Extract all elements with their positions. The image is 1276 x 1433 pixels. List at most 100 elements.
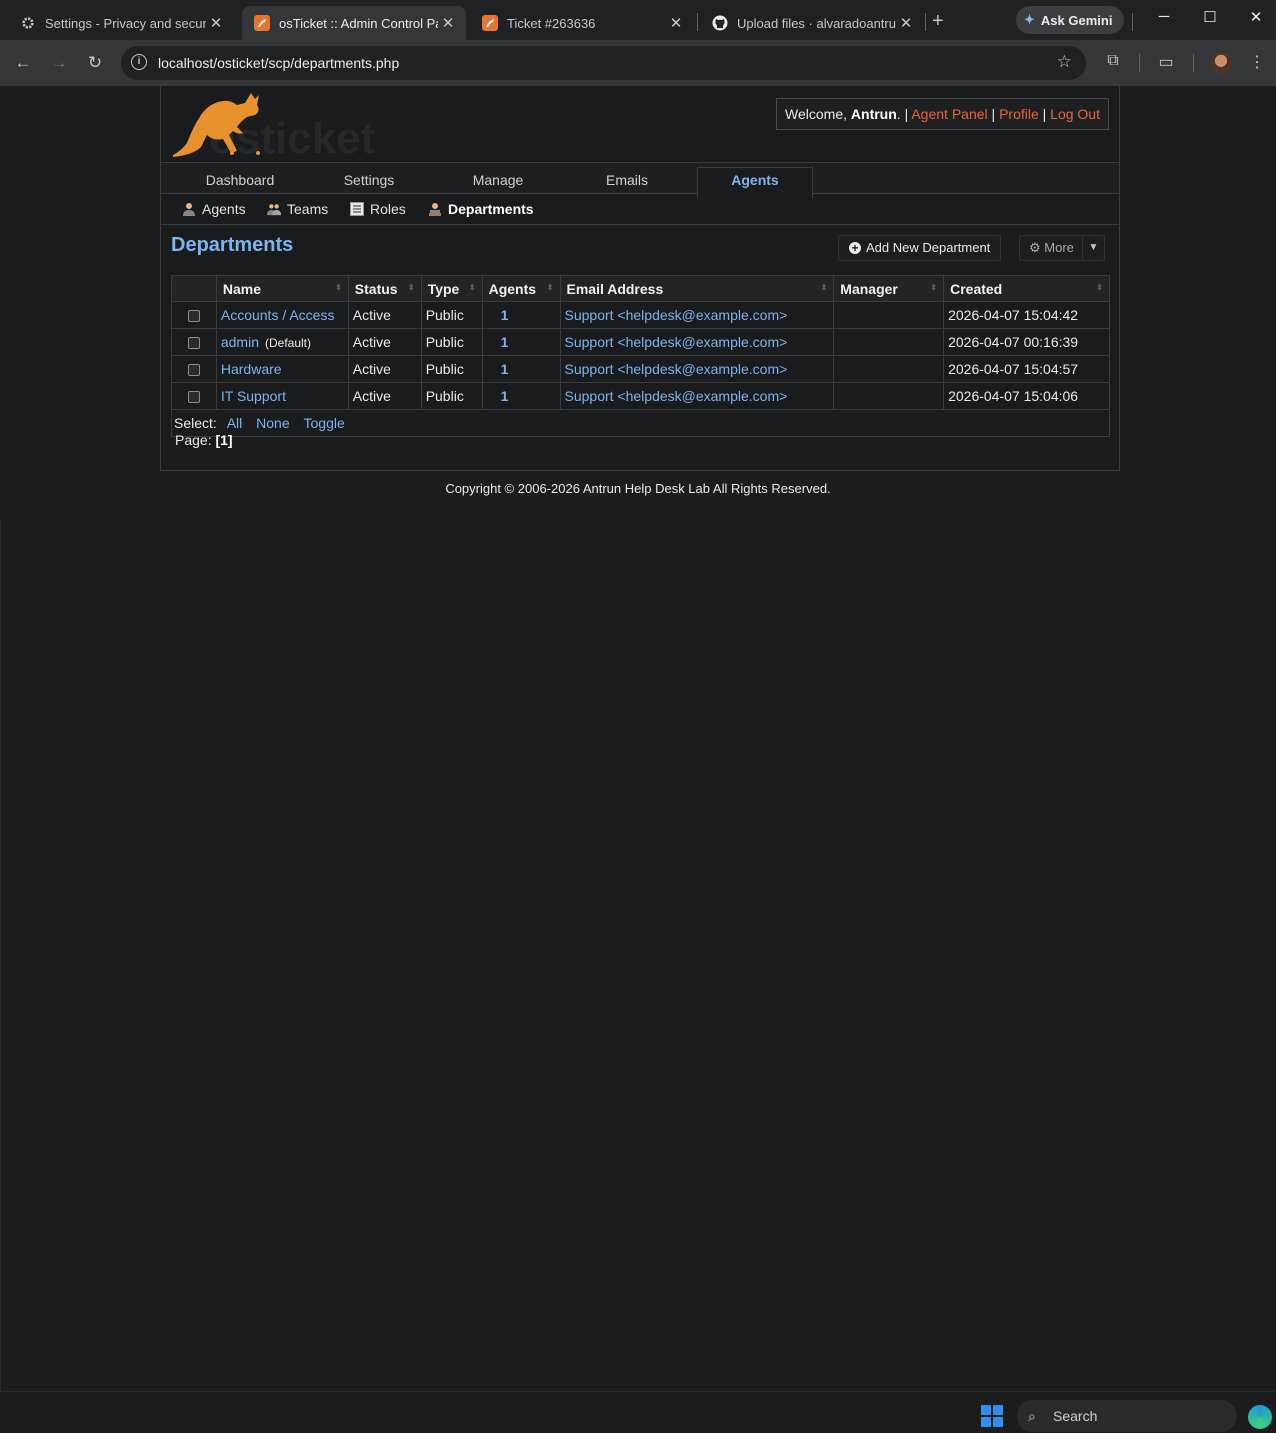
email-link[interactable]: Support <helpdesk@example.com> (565, 388, 788, 404)
created-cell: 2026-04-07 15:04:42 (943, 301, 1110, 329)
department-name-link[interactable]: admin (221, 334, 259, 350)
column-header-select (171, 275, 217, 302)
close-icon[interactable]: ✕ (896, 14, 916, 32)
profile-link[interactable]: Profile (999, 106, 1039, 122)
extensions-icon[interactable]: ⧉ (1102, 52, 1124, 70)
current-page[interactable]: [1] (215, 432, 232, 448)
chevron-down-icon[interactable]: ▼ (1082, 236, 1104, 260)
osticket-icon (482, 15, 498, 31)
row-checkbox[interactable] (187, 337, 200, 350)
taskbar-search[interactable]: ⌕ Search (1017, 1400, 1237, 1432)
column-header-email[interactable]: Email Address ⬍ (559, 275, 835, 302)
select-toggle-link[interactable]: Toggle (304, 415, 345, 431)
manager-cell (833, 382, 945, 410)
department-name-link[interactable]: Hardware (221, 361, 282, 377)
close-icon[interactable]: ✕ (438, 14, 458, 32)
sort-icon: ⬍ (335, 283, 342, 292)
agents-count-link[interactable]: 1 (487, 388, 509, 404)
column-header-created[interactable]: Created ⬍ (943, 275, 1110, 302)
email-link[interactable]: Support <helpdesk@example.com> (565, 307, 788, 323)
welcome-prefix: Welcome, (785, 106, 848, 122)
sort-icon: ⬍ (820, 283, 828, 292)
tab-separator (697, 13, 698, 31)
welcome-box: Welcome, Antrun. | Agent Panel | Profile… (776, 98, 1109, 130)
plus-icon: + (849, 242, 861, 254)
email-link[interactable]: Support <helpdesk@example.com> (565, 334, 788, 350)
department-name-link[interactable]: IT Support (221, 388, 286, 404)
row-checkbox[interactable] (187, 364, 200, 377)
close-icon[interactable]: ✕ (206, 14, 226, 32)
tab-title: Ticket #263636 (507, 15, 596, 31)
default-badge: (Default) (265, 336, 312, 350)
osticket-icon (254, 15, 270, 31)
status-cell: Active (347, 382, 422, 410)
new-tab-icon[interactable]: + (932, 10, 944, 33)
tab-manage[interactable]: Manage (440, 163, 556, 194)
subnav-label: Departments (448, 201, 534, 217)
menu-kebab-icon[interactable]: ⋮ (1246, 52, 1268, 72)
edge-browser-icon[interactable] (1248, 1405, 1272, 1429)
site-info-icon[interactable]: i (131, 54, 147, 70)
footer-copyright: Copyright © 2006-2026 Antrun Help Desk L… (445, 481, 831, 496)
column-header-agents[interactable]: Agents ⬍ (481, 275, 561, 302)
subnav-roles[interactable]: Roles (350, 201, 406, 217)
url-text[interactable]: localhost/osticket/scp/departments.php (158, 55, 399, 71)
ask-gemini-button[interactable]: ✦ Ask Gemini (1016, 6, 1124, 34)
add-new-department-button[interactable]: + Add New Department (838, 235, 1002, 261)
column-header-status[interactable]: Status ⬍ (347, 275, 422, 302)
sort-icon: ⬍ (546, 283, 554, 292)
tab-github[interactable]: Upload files · alvaradoantrun/ ✕ (700, 6, 924, 40)
agents-count-link[interactable]: 1 (487, 334, 509, 350)
log-out-link[interactable]: Log Out (1050, 106, 1100, 122)
page-viewport: osticket Welcome, Antrun. | Agent Panel … (0, 86, 1276, 521)
subnav-label: Teams (287, 201, 329, 217)
tab-dashboard[interactable]: Dashboard (182, 163, 298, 194)
row-checkbox[interactable] (187, 391, 200, 404)
table-row: admin (Default) Active Public 1 Support <… (171, 328, 1110, 356)
empty-page-area (0, 521, 1276, 1391)
subnav-agents[interactable]: Agents (182, 201, 246, 217)
department-name-link[interactable]: Accounts / Access (221, 307, 335, 323)
select-label: Select: (174, 415, 217, 431)
profile-avatar[interactable] (1210, 52, 1232, 74)
agent-panel-link[interactable]: Agent Panel (911, 106, 987, 122)
email-link[interactable]: Support <helpdesk@example.com> (565, 361, 788, 377)
osticket-logo[interactable]: osticket (171, 91, 381, 163)
subnav-departments[interactable]: Departments (428, 201, 534, 217)
tab-emails[interactable]: Emails (569, 163, 685, 194)
back-icon[interactable]: ← (12, 52, 34, 74)
browser-toolbar: ← → ↻ i localhost/osticket/scp/departmen… (0, 40, 1276, 86)
agents-count-link[interactable]: 1 (487, 361, 509, 377)
welcome-suffix: . | (896, 106, 909, 122)
close-icon[interactable]: ✕ (666, 14, 686, 32)
column-header-name[interactable]: Name ⬍ (215, 275, 349, 302)
tab-osticket-admin[interactable]: osTicket :: Admin Control Panel ✕ (242, 6, 466, 40)
more-dropdown-button[interactable]: ⚙ More ▼ (1019, 235, 1105, 261)
forward-icon[interactable]: → (48, 52, 70, 74)
maximize-icon[interactable]: ☐ (1198, 8, 1222, 26)
departments-table: Name ⬍ Status ⬍ Type ⬍ Agents ⬍ Email Addres… (171, 275, 1110, 437)
row-checkbox[interactable] (187, 310, 200, 323)
minimize-icon[interactable]: ─ (1152, 8, 1176, 25)
window-close-icon[interactable]: ✕ (1244, 8, 1268, 26)
column-header-type[interactable]: Type ⬍ (420, 275, 483, 302)
taskbar-search-label: Search (1053, 1408, 1098, 1424)
tab-settings[interactable]: Settings - Privacy and security ✕ (8, 6, 234, 40)
select-all-link[interactable]: All (227, 415, 243, 431)
bookmark-star-icon[interactable]: ☆ (1057, 52, 1072, 72)
created-cell: 2026-04-07 15:04:57 (943, 355, 1110, 383)
cast-icon[interactable]: ▭ (1155, 52, 1177, 72)
type-cell: Public (420, 355, 483, 383)
reload-icon[interactable]: ↻ (84, 52, 106, 74)
address-bar[interactable]: i localhost/osticket/scp/departments.php… (121, 46, 1086, 80)
gemini-icon: ✦ (1024, 12, 1035, 27)
column-header-manager[interactable]: Manager ⬍ (833, 275, 945, 302)
windows-start-icon[interactable] (981, 1405, 1003, 1427)
subnav-teams[interactable]: Teams (267, 201, 328, 217)
sub-nav: Agents Teams Roles Departments (161, 195, 1119, 225)
tab-ticket[interactable]: Ticket #263636 ✕ (470, 6, 694, 40)
select-none-link[interactable]: None (256, 415, 289, 431)
windows-taskbar: ⌕ Search (0, 1391, 1276, 1433)
tab-settings[interactable]: Settings (311, 163, 427, 194)
agents-count-link[interactable]: 1 (487, 307, 509, 323)
